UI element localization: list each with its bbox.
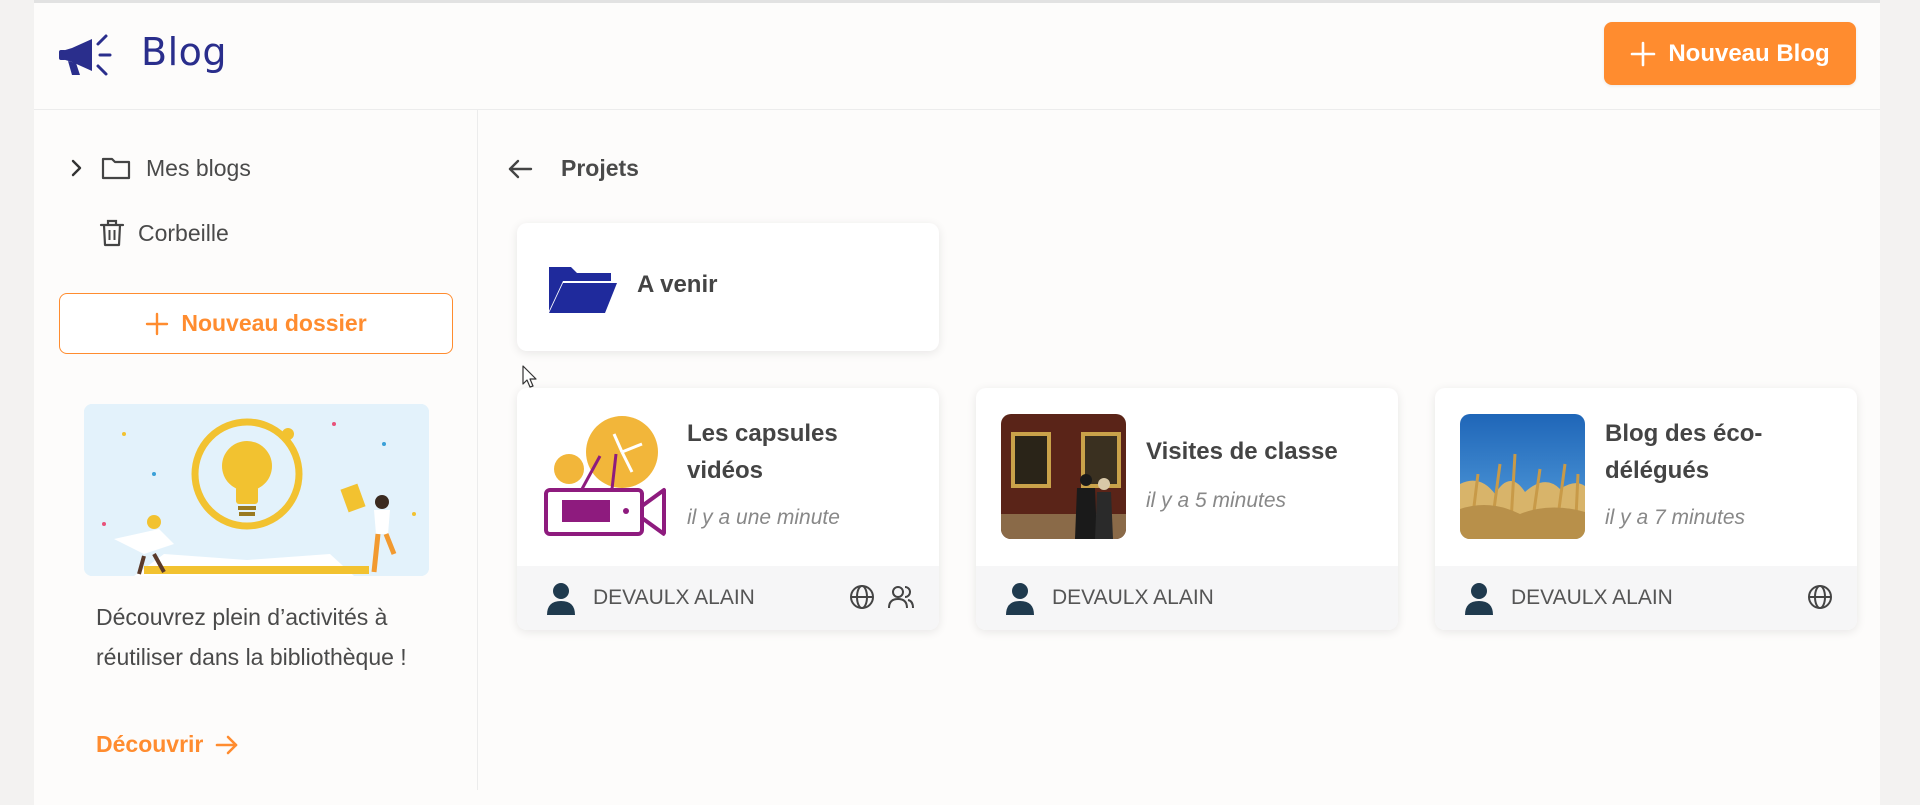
- library-illustration: [84, 404, 429, 576]
- folder-outline-icon: [101, 157, 131, 180]
- new-folder-button[interactable]: Nouveau dossier: [59, 293, 453, 354]
- back-arrow-icon[interactable]: [506, 155, 534, 183]
- chevron-right-icon: [71, 159, 82, 177]
- arrow-right-icon: [216, 735, 238, 754]
- discover-link-label: Découvrir: [96, 731, 204, 757]
- globe-icon: [1808, 585, 1832, 609]
- blog-author: DEVAULX ALAIN: [1511, 586, 1673, 609]
- plus-icon: [1631, 41, 1656, 66]
- app-title: Blog: [141, 30, 227, 74]
- blog-thumbnail: [1460, 414, 1585, 539]
- mouse-cursor-icon: [522, 365, 537, 388]
- new-blog-label: Nouveau Blog: [1668, 39, 1830, 67]
- megaphone-icon: [59, 34, 112, 76]
- sidebar-item-my-blogs[interactable]: Mes blogs: [64, 154, 251, 182]
- folder-card[interactable]: A venir: [517, 223, 939, 351]
- trash-icon: [99, 219, 125, 247]
- sidebar: Mes blogs Corbeille Nouveau dossier Déco…: [34, 110, 478, 790]
- blog-title: Visites de classe: [1146, 438, 1338, 465]
- blog-card[interactable]: Visites de classe il y a 5 minutes DEVAU…: [976, 388, 1398, 630]
- blog-author: DEVAULX ALAIN: [1052, 586, 1214, 609]
- discover-link[interactable]: Découvrir: [96, 731, 239, 758]
- sidebar-item-trash-label: Corbeille: [138, 219, 229, 246]
- blog-card-footer: DEVAULX ALAIN: [1435, 566, 1857, 630]
- blog-title: Les capsules vidéos: [687, 420, 838, 484]
- breadcrumb-current: Projets: [561, 155, 639, 181]
- app-page: Blog Nouveau Blog Mes blogs Corbeille No…: [34, 0, 1880, 805]
- blog-date: il y a 7 minutes: [1605, 506, 1746, 529]
- user-avatar-icon: [1465, 583, 1493, 615]
- folder-name: A venir: [637, 271, 718, 298]
- new-folder-label: Nouveau dossier: [181, 310, 367, 336]
- blog-author: DEVAULX ALAIN: [593, 586, 755, 609]
- app-header: Blog Nouveau Blog: [34, 3, 1880, 110]
- sidebar-item-trash[interactable]: Corbeille: [98, 218, 229, 248]
- blog-card-footer: DEVAULX ALAIN: [517, 566, 939, 630]
- promo-text: Découvrez plein d’activités à réutiliser…: [96, 604, 407, 670]
- blog-card-footer: DEVAULX ALAIN: [976, 566, 1398, 630]
- blog-card[interactable]: Blog des éco-délégués il y a 7 minutes D…: [1435, 388, 1857, 630]
- new-blog-button[interactable]: Nouveau Blog: [1604, 22, 1856, 85]
- globe-icon: [850, 585, 874, 609]
- sidebar-item-my-blogs-label: Mes blogs: [146, 154, 251, 181]
- blog-card[interactable]: Les capsules vidéos il y a une minute DE…: [517, 388, 939, 630]
- folder-icon: [549, 267, 617, 313]
- blog-title: Blog des éco-délégués: [1605, 420, 1763, 484]
- user-avatar-icon: [1006, 583, 1034, 615]
- plus-icon: [146, 312, 169, 335]
- user-avatar-icon: [547, 583, 575, 615]
- users-icon: [888, 586, 914, 609]
- blog-thumbnail: [542, 414, 667, 539]
- blog-date: il y a une minute: [687, 506, 840, 529]
- blog-thumbnail: [1001, 414, 1126, 539]
- blog-date: il y a 5 minutes: [1146, 489, 1287, 512]
